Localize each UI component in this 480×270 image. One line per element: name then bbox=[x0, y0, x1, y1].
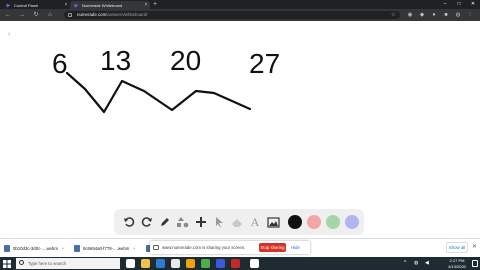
search-icon bbox=[19, 260, 24, 265]
notifications-icon[interactable] bbox=[472, 260, 478, 267]
new-tab-icon[interactable]: + bbox=[153, 1, 157, 9]
chevron-up-icon[interactable]: ^ bbox=[62, 246, 64, 251]
url-host: numerade.com bbox=[77, 12, 107, 17]
show-all-downloads-button[interactable]: Show all bbox=[446, 242, 468, 253]
color-swatch-green[interactable] bbox=[326, 215, 340, 229]
color-swatch-lavender[interactable] bbox=[345, 215, 359, 229]
clock-date: 4/13/2020 bbox=[448, 263, 466, 269]
screen-share-icon bbox=[153, 245, 159, 250]
system-clock[interactable]: 2:17 PM 4/13/2020 bbox=[444, 258, 470, 269]
difference-arcs-stroke bbox=[65, 71, 252, 114]
tab-title: Control Panel bbox=[14, 2, 39, 8]
app-icon[interactable] bbox=[231, 259, 240, 268]
download-filename: 5c6694a0-f778-....webm bbox=[83, 246, 130, 251]
app-icon[interactable] bbox=[216, 259, 225, 268]
menu-kebab-icon[interactable]: ⋮ bbox=[466, 11, 474, 19]
file-explorer-icon[interactable] bbox=[141, 259, 150, 268]
url-path: /answers/whiteboard/ bbox=[106, 12, 148, 17]
window-close-icon[interactable]: ✕ bbox=[466, 0, 480, 8]
undo-icon[interactable] bbox=[120, 213, 138, 231]
bookmark-star-icon[interactable]: ☆ bbox=[391, 11, 396, 19]
windows-taskbar: Type here to search ^ ◍ ◀ 2:17 PM 4/13/2… bbox=[0, 257, 480, 270]
taskbar-search-box[interactable]: Type here to search bbox=[16, 258, 120, 269]
stop-sharing-button[interactable]: Stop sharing bbox=[259, 243, 286, 252]
close-icon[interactable]: ✕ bbox=[472, 242, 477, 253]
handwritten-number: 27 bbox=[249, 48, 280, 79]
color-swatch-pink[interactable] bbox=[307, 215, 321, 229]
chrome-icon[interactable] bbox=[250, 259, 259, 268]
close-icon[interactable]: × bbox=[62, 2, 70, 8]
color-swatch-black[interactable] bbox=[288, 215, 302, 229]
browser-tab-strip: Control Panel × Numerade Whiteboard × + … bbox=[0, 0, 480, 9]
tab-title: Numerade Whiteboard bbox=[82, 2, 123, 8]
extension-icon[interactable]: ● bbox=[430, 11, 438, 19]
handwritten-number: 20 bbox=[170, 45, 201, 76]
text-icon[interactable]: A bbox=[246, 213, 264, 231]
share-message: www.numerade.com is sharing your screen. bbox=[162, 245, 246, 250]
whiteboard-ink: 6 13 20 27 bbox=[52, 45, 280, 114]
eraser-icon[interactable] bbox=[228, 213, 246, 231]
file-icon bbox=[4, 245, 10, 252]
extension-icon[interactable]: ■ bbox=[442, 11, 450, 19]
handwritten-number: 6 bbox=[52, 48, 68, 79]
screen-share-notification: www.numerade.com is sharing your screen.… bbox=[150, 241, 310, 254]
word-icon[interactable] bbox=[156, 259, 165, 268]
profile-avatar-icon[interactable]: ◍ bbox=[454, 11, 462, 19]
address-bar[interactable]: numerade.com /answers/whiteboard/ ☆ bbox=[64, 11, 400, 19]
close-icon[interactable]: × bbox=[142, 2, 150, 8]
browser-toolbar: ← → ↻ ⌂ numerade.com /answers/whiteboard… bbox=[0, 9, 480, 21]
app-icon[interactable] bbox=[186, 259, 195, 268]
download-filename: 0b10d3c-3d0c-....webm bbox=[13, 246, 58, 251]
image-icon[interactable] bbox=[264, 213, 282, 231]
tab-numerade-whiteboard[interactable]: Numerade Whiteboard × bbox=[70, 1, 150, 9]
windows-start-icon[interactable] bbox=[3, 260, 11, 268]
tab-control-panel[interactable]: Control Panel × bbox=[2, 1, 70, 9]
maximize-icon[interactable]: □ bbox=[452, 0, 466, 8]
app-icon[interactable] bbox=[201, 259, 210, 268]
extension-icon[interactable]: ◆ bbox=[418, 11, 426, 19]
drawing-toolbar: A bbox=[114, 209, 364, 235]
reload-icon[interactable]: ↻ bbox=[32, 11, 40, 19]
download-item[interactable]: 0b10d3c-3d0c-....webm ^ bbox=[4, 242, 64, 255]
forward-icon[interactable]: → bbox=[18, 11, 26, 19]
whiteboard-canvas[interactable]: ‹ 6 13 20 27 bbox=[0, 21, 480, 238]
redo-icon[interactable] bbox=[138, 213, 156, 231]
handwritten-number: 13 bbox=[100, 45, 131, 76]
lock-icon bbox=[68, 13, 72, 17]
tray-chevron-icon[interactable]: ^ bbox=[404, 260, 406, 267]
download-item[interactable]: 5c6694a0-f778-....webm ^ bbox=[74, 242, 135, 255]
minimize-icon[interactable]: – bbox=[438, 0, 452, 8]
hide-button[interactable]: Hide bbox=[291, 243, 300, 252]
shapes-icon[interactable] bbox=[174, 213, 192, 231]
network-icon[interactable]: ◍ bbox=[414, 260, 418, 267]
home-icon[interactable]: ⌂ bbox=[46, 11, 54, 19]
numerade-favicon-icon bbox=[74, 3, 79, 7]
back-icon[interactable]: ← bbox=[4, 11, 12, 19]
search-placeholder: Type here to search bbox=[28, 261, 66, 266]
file-icon bbox=[74, 245, 80, 252]
volume-icon[interactable]: ◀ bbox=[425, 260, 429, 267]
numerade-favicon-icon bbox=[6, 3, 11, 7]
screen: Control Panel × Numerade Whiteboard × + … bbox=[0, 0, 480, 270]
pen-icon[interactable] bbox=[156, 213, 174, 231]
select-icon[interactable] bbox=[210, 213, 228, 231]
chevron-up-icon[interactable]: ^ bbox=[133, 246, 135, 251]
task-view-icon[interactable] bbox=[126, 259, 135, 268]
store-icon[interactable] bbox=[171, 259, 180, 268]
add-icon[interactable] bbox=[192, 213, 210, 231]
extension-icon[interactable]: ◉ bbox=[406, 11, 414, 19]
